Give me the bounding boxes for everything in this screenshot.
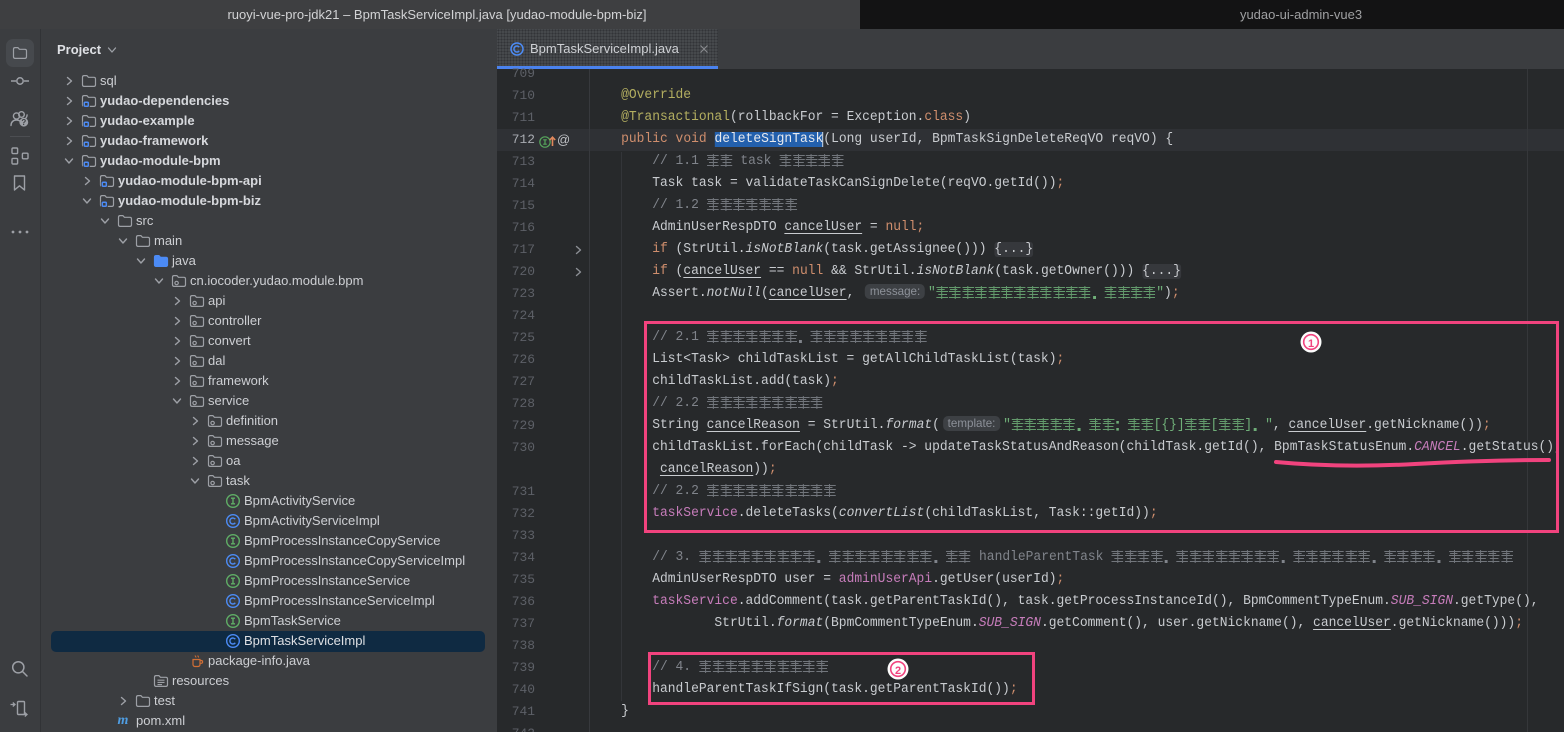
svg-text:1: 1 bbox=[1308, 338, 1314, 350]
svg-text:2: 2 bbox=[895, 665, 901, 677]
